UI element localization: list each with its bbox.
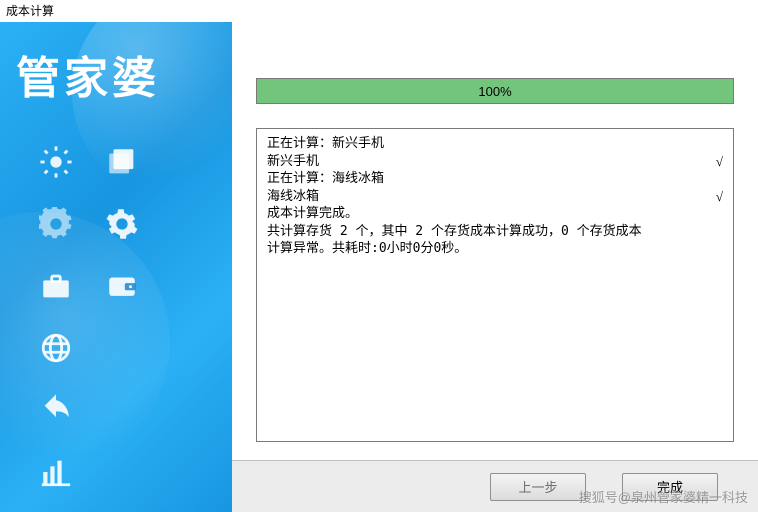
- wallet-icon: [102, 266, 142, 306]
- log-line: 新兴手机√: [267, 153, 723, 171]
- prev-button[interactable]: 上一步: [490, 473, 586, 501]
- gear2-icon: [102, 204, 142, 244]
- sun-icon: [36, 142, 76, 182]
- prev-button-label: 上一步: [518, 477, 557, 496]
- sidebar-icon-grid: [36, 142, 216, 512]
- progress-bar: 100%: [256, 78, 734, 104]
- button-row: 上一步 完成: [232, 460, 758, 512]
- sidebar: 管家婆: [0, 22, 232, 512]
- window-title: 成本计算: [0, 0, 758, 22]
- cost-calc-window: 成本计算 管家婆: [0, 0, 758, 512]
- progress-label: 100%: [478, 84, 511, 99]
- log-line: 海线冰箱√: [267, 188, 723, 206]
- finish-button[interactable]: 完成: [622, 473, 718, 501]
- log-line: 共计算存货 2 个，其中 2 个存货成本计算成功，0 个存货成本: [267, 223, 723, 241]
- barchart-icon: [36, 452, 76, 492]
- log-line: 正在计算：新兴手机: [267, 135, 723, 153]
- log-output[interactable]: 正在计算：新兴手机新兴手机√正在计算：海线冰箱海线冰箱√成本计算完成。共计算存货…: [256, 128, 734, 442]
- main-panel: 100% 正在计算：新兴手机新兴手机√正在计算：海线冰箱海线冰箱√成本计算完成。…: [232, 22, 758, 512]
- briefcase-icon: [36, 266, 76, 306]
- progress-fill: 100%: [257, 79, 733, 103]
- finish-button-label: 完成: [657, 477, 683, 496]
- log-line: 正在计算：海线冰箱: [267, 170, 723, 188]
- stack-icon: [102, 142, 142, 182]
- globe-icon: [36, 328, 76, 368]
- undo-icon: [36, 390, 76, 430]
- content-area: 管家婆: [0, 22, 758, 512]
- gear-icon: [36, 204, 76, 244]
- log-line: 成本计算完成。: [267, 205, 723, 223]
- log-line: 计算异常。共耗时:0小时0分0秒。: [267, 240, 723, 258]
- brand-logo: 管家婆: [0, 22, 232, 106]
